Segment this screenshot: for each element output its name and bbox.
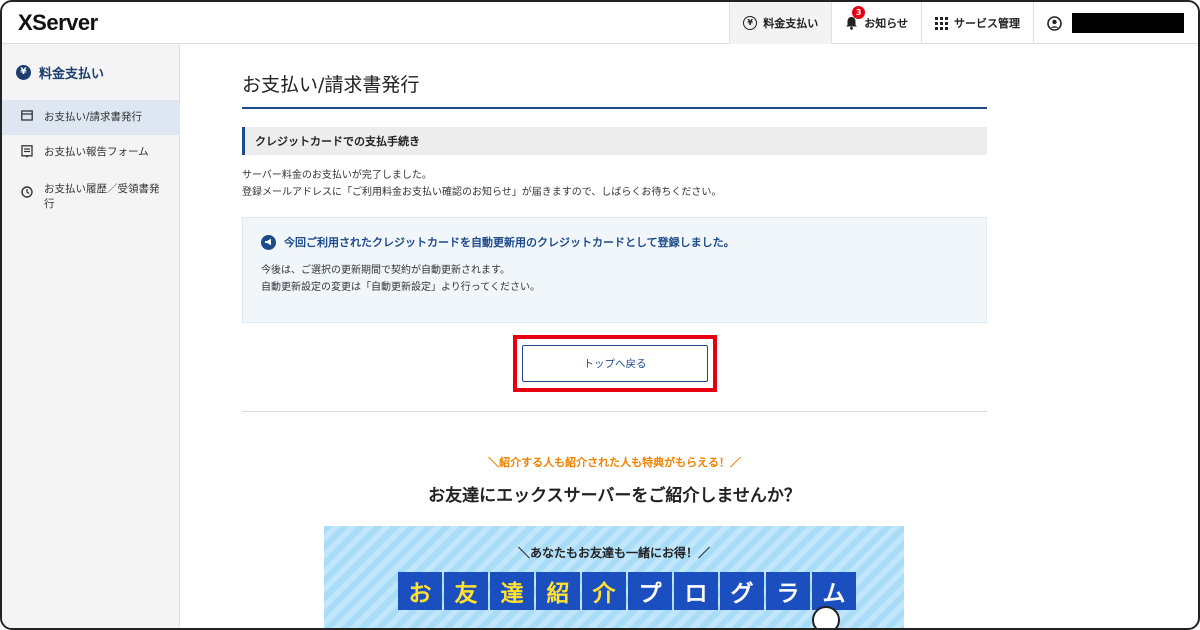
header-nav: ¥ 料金支払い 3 お知らせ サービス管理 (729, 2, 1198, 44)
user-circle-icon (1047, 15, 1062, 31)
info-text: 今後は、ご選択の更新期間で契約が自動更新されます。 自動更新設定の変更は「自動更… (261, 262, 968, 296)
banner-program-title: お 友 達 紹 介 プ ロ グ ラ ム (398, 572, 858, 610)
sidebar-title-label: 料金支払い (39, 66, 105, 82)
banner-char: 友 (444, 572, 488, 610)
sidebar-item-payment-history[interactable]: お支払い履歴／受領書発行 (2, 172, 179, 222)
banner-char: プ (628, 572, 672, 610)
banner-char: ラ (766, 572, 810, 610)
back-to-top-button[interactable]: トップへ戻る (522, 345, 708, 382)
app-window: XServer ¥ 料金支払い 3 お知らせ サービス管理 ¥ 料金支払い お支… (0, 0, 1200, 630)
nav-billing[interactable]: ¥ 料金支払い (729, 2, 832, 44)
banner-char: 介 (582, 572, 626, 610)
promo-subtitle: ＼紹介する人も紹介された人も特典がもらえる！／ (488, 456, 741, 469)
promo-title: お友達にエックスサーバーをご紹介しませんか？ (428, 486, 801, 506)
sidebar-title: ¥ 料金支払い (2, 44, 179, 100)
completion-message: サーバー料金のお支払いが完了しました。 登録メールアドレスに「ご利用料金お支払い… (242, 167, 987, 201)
person-illustration-icon (812, 606, 840, 628)
clock-icon (20, 182, 34, 202)
top-header: XServer ¥ 料金支払い 3 お知らせ サービス管理 (2, 2, 1198, 44)
redacted-user-name (1072, 13, 1184, 33)
info-line-2: 自動更新設定の変更は「自動更新設定」より行ってください。 (261, 282, 540, 293)
yen-circle-icon: ¥ (743, 16, 758, 30)
banner-char: 紹 (536, 572, 580, 610)
form-icon (20, 145, 34, 162)
sidebar: ¥ 料金支払い お支払い/請求書発行 お支払い報告フォーム お支払い履歴／受領書… (2, 44, 180, 628)
section-heading: クレジットカードでの支払手続き (242, 127, 987, 155)
info-title: 今回ご利用されたクレジットカードを自動更新用のクレジットカードとして登録しました… (261, 234, 968, 250)
banner-char: ム (812, 572, 856, 610)
nav-notices-label: お知らせ (864, 17, 908, 30)
banner-char: お (398, 572, 442, 610)
nav-billing-label: 料金支払い (763, 17, 819, 30)
nav-service-label: サービス管理 (954, 17, 1020, 30)
sidebar-item-label: お支払い履歴／受領書発行 (44, 183, 160, 210)
main-content: お支払い/請求書発行 クレジットカードでの支払手続き サーバー料金のお支払いが完… (242, 44, 987, 506)
sidebar-item-label: お支払い/請求書発行 (44, 111, 143, 123)
yen-icon: ¥ (16, 64, 31, 80)
card-icon (20, 110, 34, 125)
xserver-logo[interactable]: XServer (18, 10, 98, 36)
user-menu[interactable] (1033, 2, 1198, 44)
banner-char: ロ (674, 572, 718, 610)
referral-program-banner[interactable]: ＼あなたもお友達も一緒にお得！／ お 友 達 紹 介 プ ロ グ ラ ム (324, 526, 904, 628)
sidebar-item-payment-report[interactable]: お支払い報告フォーム (2, 135, 179, 172)
divider (242, 411, 987, 412)
highlight-frame: トップへ戻る (513, 335, 717, 392)
nav-notices[interactable]: 3 お知らせ (831, 2, 921, 44)
nav-service-management[interactable]: サービス管理 (921, 2, 1033, 44)
sidebar-item-payment-invoice[interactable]: お支払い/請求書発行 (2, 100, 179, 135)
auto-renew-info-box: 今回ご利用されたクレジットカードを自動更新用のクレジットカードとして登録しました… (242, 217, 987, 323)
message-line-1: サーバー料金のお支払いが完了しました。 (242, 170, 432, 181)
banner-char: 達 (490, 572, 534, 610)
sidebar-item-label: お支払い報告フォーム (44, 146, 149, 158)
page-title: お支払い/請求書発行 (242, 70, 987, 109)
message-line-2: 登録メールアドレスに「ご利用料金お支払い確認のお知らせ」が届きますので、しばらく… (242, 187, 722, 198)
grid-icon (935, 16, 948, 30)
banner-char: グ (720, 572, 764, 610)
info-line-1: 今後は、ご選択の更新期間で契約が自動更新されます。 (261, 265, 510, 276)
banner-subtitle: ＼あなたもお友達も一緒にお得！／ (517, 546, 710, 560)
info-title-text: 今回ご利用されたクレジットカードを自動更新用のクレジットカードとして登録しました… (284, 236, 735, 249)
megaphone-icon (261, 234, 276, 250)
